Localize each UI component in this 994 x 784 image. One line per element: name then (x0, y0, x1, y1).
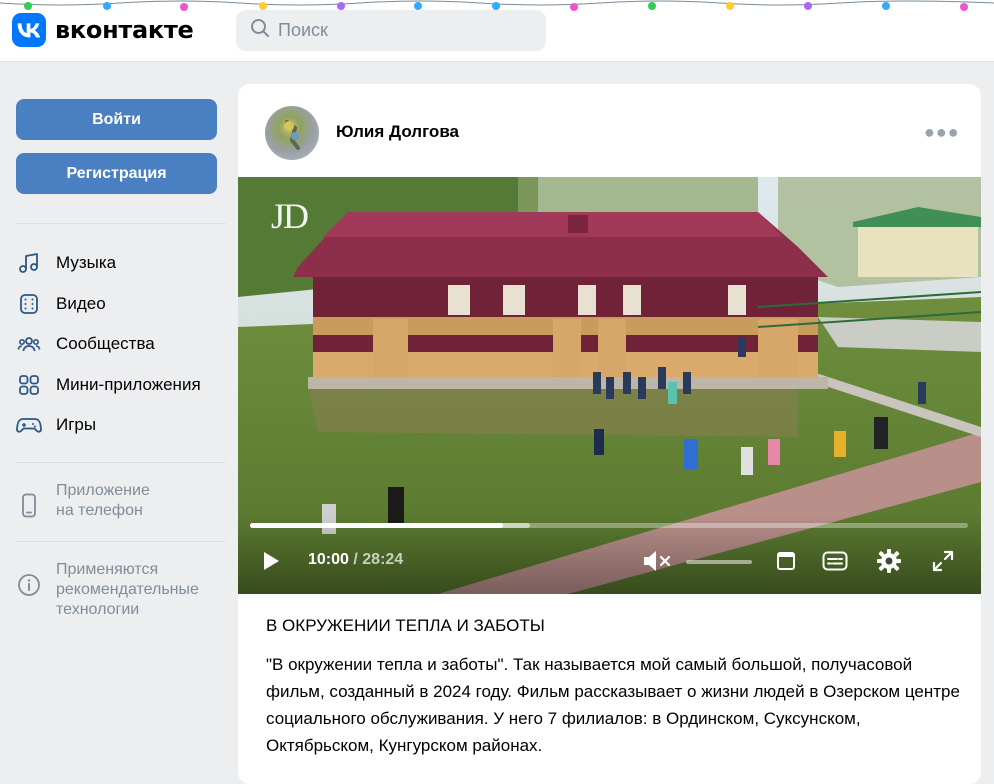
muted-volume-icon[interactable] (640, 544, 674, 578)
sidebar-item-label: Мини-приложения (56, 375, 201, 394)
post-title: В ОКРУЖЕНИИ ТЕПЛА И ЗАБОТЫ (266, 616, 545, 635)
search-icon (250, 18, 270, 43)
communities-icon (16, 331, 42, 357)
login-button[interactable]: Войти (16, 99, 217, 140)
fullscreen-icon[interactable] (926, 544, 960, 578)
settings-gear-icon[interactable] (872, 544, 906, 578)
sidebar-item-music[interactable]: Музыка (16, 247, 231, 279)
rec-label-line3: технологии (56, 601, 140, 618)
sidebar-divider (16, 541, 226, 542)
sidebar-divider (16, 462, 226, 463)
sidebar-item-recommendations[interactable]: Применяются рекомендательные технологии (16, 560, 231, 620)
sidebar-item-mini-apps[interactable]: Мини-приложения (16, 369, 231, 401)
sidebar-item-label: Сообщества (56, 334, 155, 353)
music-icon (16, 250, 42, 276)
more-options-icon[interactable]: ●●● (924, 122, 960, 143)
video-icon (16, 291, 42, 317)
phone-app-label-line2: на телефон (56, 502, 143, 519)
post-author[interactable]: Юлия Долгова (336, 122, 459, 142)
search-box[interactable] (236, 10, 546, 51)
video-watermark: JD (271, 196, 309, 236)
sidebar-item-phone-app[interactable]: Приложение на телефон (16, 481, 231, 521)
top-header: вконтакте (0, 0, 994, 62)
sidebar-item-games[interactable]: Игры (16, 409, 231, 441)
avatar[interactable] (265, 106, 319, 160)
vk-logo[interactable]: вконтакте (12, 13, 194, 47)
sidebar-item-label: Музыка (56, 253, 117, 272)
subtitles-icon[interactable] (818, 544, 852, 578)
volume-slider[interactable] (686, 560, 752, 564)
logo-wordmark: вконтакте (55, 16, 194, 44)
search-input[interactable] (278, 20, 538, 41)
post-card: Юлия Долгова ●●● JD 10:00 / 28:24 В ОКРУ… (238, 84, 981, 784)
video-player[interactable]: JD 10:00 / 28:24 (238, 177, 981, 594)
mini-apps-icon (16, 372, 42, 398)
phone-app-label-line1: Приложение (56, 482, 150, 499)
video-time: 10:00 / 28:24 (308, 551, 403, 569)
sidebar-item-communities[interactable]: Сообщества (16, 328, 231, 360)
theater-mode-icon[interactable] (769, 544, 803, 578)
sidebar-item-label: Игры (56, 415, 97, 434)
rec-label-line1: Применяются (56, 561, 159, 578)
rec-label-line2: рекомендательные (56, 581, 199, 598)
video-progress-fill (250, 523, 503, 528)
register-button[interactable]: Регистрация (16, 153, 217, 194)
info-icon (16, 572, 42, 598)
time-separator: / (348, 551, 363, 568)
post-text: "В окружении тепла и заботы". Так называ… (266, 655, 960, 755)
video-progress-bar[interactable] (250, 523, 968, 528)
phone-icon (16, 493, 42, 519)
sidebar-divider (16, 223, 226, 224)
current-time: 10:00 (308, 551, 349, 568)
sidebar-item-label: Видео (56, 294, 106, 313)
gamepad-icon (16, 412, 42, 438)
vk-logo-icon (12, 13, 46, 47)
play-icon[interactable] (254, 544, 288, 578)
sidebar-item-video[interactable]: Видео (16, 288, 231, 320)
video-duration: 28:24 (362, 551, 404, 568)
